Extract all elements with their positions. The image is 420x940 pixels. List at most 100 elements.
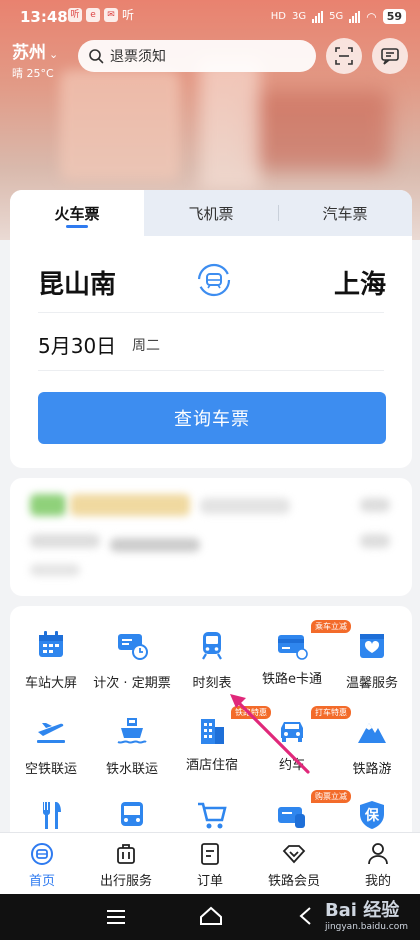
heart-box-icon bbox=[360, 634, 384, 658]
divider bbox=[38, 370, 384, 371]
service-station-screen[interactable]: 车站大屏 bbox=[10, 628, 93, 691]
promo-banner[interactable] bbox=[10, 478, 412, 596]
service-ticket-discount[interactable]: 购票立减 bbox=[250, 790, 351, 832]
cart-icon bbox=[198, 802, 227, 829]
service-label: 计次 · 定期票 bbox=[93, 676, 171, 691]
message-icon bbox=[381, 48, 399, 65]
ship-icon bbox=[117, 718, 147, 744]
travel-date[interactable]: 5月30日 bbox=[38, 330, 116, 359]
service-insurance[interactable]: 保 bbox=[330, 798, 412, 832]
nav-label: 我的 bbox=[364, 874, 391, 889]
bus-icon bbox=[121, 802, 143, 826]
tab-train-label: 火车票 bbox=[54, 204, 100, 223]
service-food[interactable] bbox=[10, 798, 93, 836]
search-icon bbox=[89, 49, 104, 64]
app-notify-icon: e bbox=[86, 8, 100, 22]
watermark-url: jingyan.baidu.com bbox=[324, 922, 408, 932]
menu-icon[interactable] bbox=[106, 909, 126, 925]
luggage-icon bbox=[117, 844, 135, 864]
mountain-icon bbox=[358, 723, 386, 743]
departure-station[interactable]: 昆山南 bbox=[38, 264, 116, 301]
city-name: 苏州 bbox=[12, 43, 46, 63]
service-rail-tour[interactable]: 铁路游 bbox=[330, 714, 412, 777]
tab-train[interactable]: 火车票 bbox=[10, 190, 144, 236]
tab-flight-label: 飞机票 bbox=[188, 204, 234, 223]
scan-button[interactable] bbox=[326, 38, 362, 74]
tab-flight[interactable]: 飞机票 bbox=[144, 190, 278, 236]
wifi-icon: ◠ bbox=[366, 9, 377, 24]
service-label: 约车 bbox=[278, 758, 305, 773]
back-icon[interactable] bbox=[296, 906, 316, 926]
shield-badge-text: 保 bbox=[365, 808, 379, 824]
service-label: 车站大屏 bbox=[24, 676, 77, 691]
ticket-tabs: 火车票 飞机票 汽车票 bbox=[10, 190, 412, 236]
car-icon bbox=[281, 722, 303, 742]
nav-travel-services[interactable]: 出行服务 bbox=[84, 833, 168, 894]
services-grid: 车站大屏 计次 · 定期票 时刻表 乘车立减 铁路e卡通 温馨服务 空铁联运 铁… bbox=[10, 606, 412, 836]
nav-home[interactable]: 首页 bbox=[0, 833, 84, 894]
service-label: 时刻表 bbox=[192, 676, 232, 691]
tab-bus[interactable]: 汽车票 bbox=[278, 190, 412, 236]
signal-5g-label: 5G bbox=[329, 11, 344, 22]
city-selector[interactable]: 苏州 ⌄ 晴 25°C bbox=[12, 38, 58, 81]
service-label: 铁水联运 bbox=[105, 762, 158, 777]
card-train-icon bbox=[278, 807, 305, 828]
service-mall[interactable] bbox=[170, 798, 254, 836]
search-placeholder: 退票须知 bbox=[110, 49, 166, 65]
query-tickets-button[interactable]: 查询车票 bbox=[38, 392, 386, 444]
nav-orders[interactable]: 订单 bbox=[168, 833, 252, 894]
signal-icon bbox=[312, 10, 324, 23]
arrival-station[interactable]: 上海 bbox=[334, 264, 386, 301]
nav-profile[interactable]: 我的 bbox=[336, 833, 420, 894]
ticket-clock-icon bbox=[118, 634, 148, 660]
ticket-booking-card: 火车票 飞机票 汽车票 昆山南 上海 5月30日 周二 查询车票 bbox=[10, 190, 412, 468]
service-ecard[interactable]: 乘车立减 铁路e卡通 bbox=[250, 620, 351, 687]
diamond-icon bbox=[282, 845, 306, 864]
service-timetable[interactable]: 时刻表 bbox=[170, 628, 254, 691]
notification-icons: 听 e ✉ 听 bbox=[68, 8, 134, 22]
card-icon bbox=[278, 635, 308, 660]
fork-knife-icon bbox=[42, 802, 61, 829]
service-label: 温馨服务 bbox=[345, 676, 398, 691]
app-notify-icon: 听 bbox=[68, 8, 82, 22]
service-pass-ticket[interactable]: 计次 · 定期票 bbox=[90, 628, 174, 691]
hd-label: HD bbox=[270, 11, 286, 22]
station-row: 昆山南 上海 bbox=[38, 260, 386, 304]
home-icon bbox=[31, 843, 53, 865]
message-button[interactable] bbox=[372, 38, 408, 74]
service-rail-water[interactable]: 铁水联运 bbox=[90, 714, 174, 777]
service-bus[interactable] bbox=[90, 798, 174, 836]
nav-membership[interactable]: 铁路会员 bbox=[252, 833, 336, 894]
watermark-brand: Bai 经验 bbox=[324, 900, 400, 921]
app-badge-text: 听 bbox=[122, 8, 135, 22]
service-label: 铁路游 bbox=[352, 762, 392, 777]
chevron-down-icon: ⌄ bbox=[49, 48, 59, 61]
calendar-icon bbox=[39, 631, 63, 657]
service-ride[interactable]: 打车特惠 约车 bbox=[250, 706, 351, 773]
service-hotel[interactable]: 铁路特惠 酒店住宿 bbox=[170, 706, 271, 773]
building-icon bbox=[201, 719, 224, 744]
signal-icon bbox=[349, 10, 361, 23]
bottom-nav: 首页 出行服务 订单 铁路会员 我的 bbox=[0, 832, 420, 894]
swap-stations-icon[interactable] bbox=[196, 262, 232, 298]
weather-text: 晴 25°C bbox=[12, 67, 54, 80]
nav-label: 出行服务 bbox=[99, 874, 152, 889]
status-right: HD 3G 5G ◠ 59 bbox=[271, 9, 406, 24]
mail-icon: ✉ bbox=[104, 8, 118, 22]
divider bbox=[38, 312, 384, 313]
nav-label: 铁路会员 bbox=[267, 874, 320, 889]
status-bar: 13:48 听 e ✉ 听 HD 3G 5G ◠ 59 bbox=[0, 0, 420, 34]
service-air-rail[interactable]: 空铁联运 bbox=[10, 714, 93, 777]
signal-3g-label: 3G bbox=[291, 11, 307, 22]
search-input[interactable]: 退票须知 bbox=[78, 40, 316, 72]
plane-icon bbox=[37, 723, 65, 743]
service-label: 铁路e卡通 bbox=[262, 672, 322, 687]
service-care[interactable]: 温馨服务 bbox=[330, 628, 412, 691]
nav-label: 首页 bbox=[28, 874, 55, 889]
travel-weekday: 周二 bbox=[132, 338, 160, 354]
order-icon bbox=[201, 843, 219, 865]
user-icon bbox=[368, 843, 388, 865]
home-button-icon[interactable] bbox=[199, 906, 223, 926]
nav-label: 订单 bbox=[196, 874, 223, 889]
watermark: Bai 经验 jingyan.baidu.com bbox=[325, 896, 408, 932]
